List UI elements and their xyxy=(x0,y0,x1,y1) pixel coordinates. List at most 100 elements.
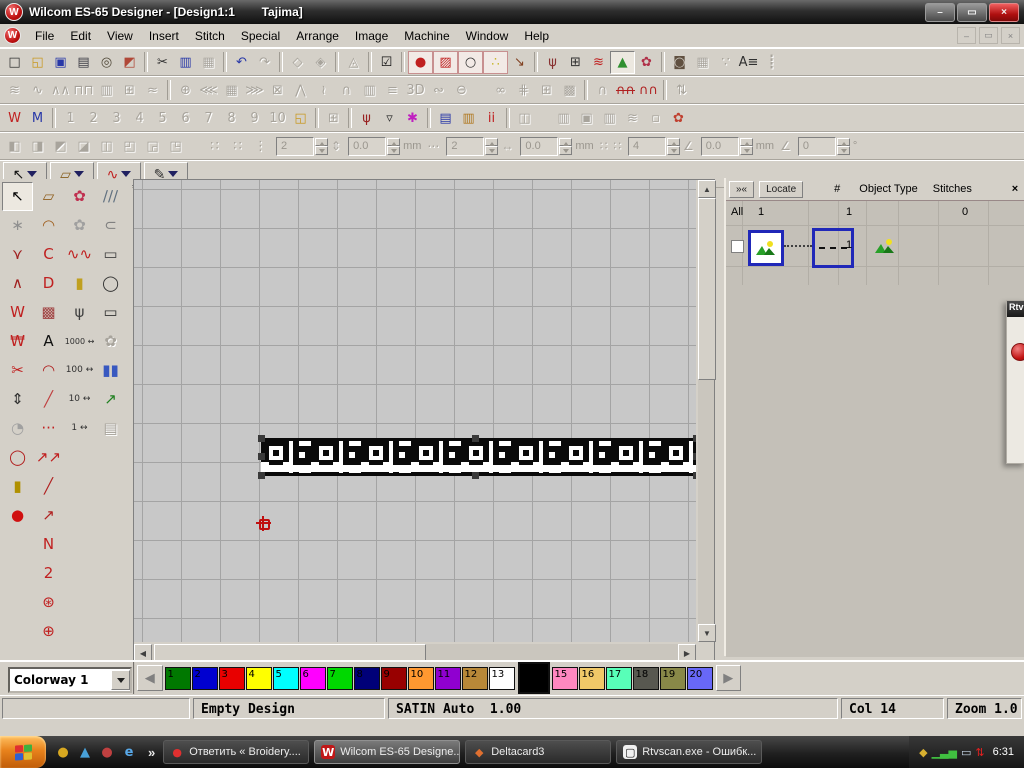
arrow-segment-tool[interactable]: ↗ xyxy=(33,501,64,530)
design-slot-2-button[interactable]: 2 xyxy=(82,108,105,129)
team-design-button[interactable]: ii xyxy=(480,108,503,129)
menu-view[interactable]: View xyxy=(99,26,141,46)
scroll-up-button[interactable]: ▲ xyxy=(698,180,716,198)
show-bitmap-button[interactable]: ✿ xyxy=(635,52,658,73)
dim-artwork-button[interactable]: ∵ xyxy=(714,52,737,73)
spinner-arrows[interactable] xyxy=(485,138,498,155)
pull-comp-spinner[interactable]: 4 xyxy=(628,137,680,156)
thread-tubes-tool[interactable]: ▮▮ xyxy=(95,356,126,385)
outline-stitch-button[interactable]: ○ xyxy=(458,51,483,74)
color-swatch-16[interactable]: 16 xyxy=(579,667,605,690)
menu-help[interactable]: Help xyxy=(516,26,557,46)
color-swatch-17[interactable]: 17 xyxy=(606,667,632,690)
zigzag-travel-tool[interactable]: ∧ xyxy=(2,269,33,298)
selection-handle[interactable] xyxy=(258,435,265,442)
mdi-minimize-button[interactable]: – xyxy=(957,27,976,44)
scale-10-tool[interactable]: 10 ↔ xyxy=(64,385,95,414)
thread-pipe-button[interactable]: ◫ xyxy=(513,108,536,129)
two-path-tool[interactable]: 2 xyxy=(33,559,64,588)
motif-fill-button[interactable]: ∴ xyxy=(483,51,508,74)
spinner-arrows[interactable] xyxy=(837,138,850,155)
menu-insert[interactable]: Insert xyxy=(141,26,187,46)
redo-button[interactable]: ↷ xyxy=(253,52,276,73)
design-slot-7-button[interactable]: 7 xyxy=(197,108,220,129)
mdi-close-button[interactable]: × xyxy=(1001,27,1020,44)
task-rtvscan[interactable]: ▢Rtvscan.exe - Ошибк... xyxy=(616,740,762,764)
w-underline-tool[interactable]: W xyxy=(2,298,33,327)
break-apart-button[interactable]: ◳ xyxy=(164,136,187,157)
color-swatch-12[interactable]: 12 xyxy=(462,667,488,690)
design-slot-10-button[interactable]: 10 xyxy=(266,108,289,129)
show-stitches-button[interactable]: ≋ xyxy=(587,52,610,73)
intersect-shapes-button[interactable]: ◩ xyxy=(49,136,72,157)
quicklaunch-delta-icon[interactable]: ▲ xyxy=(76,743,94,761)
background-error-dialog[interactable]: Rtv xyxy=(1006,300,1024,464)
ascending-arrows-tool[interactable]: ↗↗ xyxy=(33,443,64,472)
mirror-merge-button[interactable]: ◬ xyxy=(342,52,365,73)
design-slot-4-button[interactable]: 4 xyxy=(128,108,151,129)
cut-button[interactable]: ✂ xyxy=(151,52,174,73)
vertical-scroll-thumb[interactable] xyxy=(698,198,716,380)
select-tool[interactable]: ↖ xyxy=(2,182,33,211)
string-stitch-button[interactable]: ∩ xyxy=(335,80,358,101)
color-swatch-10[interactable]: 10 xyxy=(408,667,434,690)
menu-file[interactable]: File xyxy=(27,26,62,46)
menu-machine[interactable]: Machine xyxy=(396,26,457,46)
offset-spinner[interactable]: 0.0 mm xyxy=(701,137,777,156)
mirror-star-tool[interactable]: ⊛ xyxy=(33,588,64,617)
horizontal-scrollbar[interactable]: ◀ ▶ xyxy=(134,644,696,660)
offset-shapes-button[interactable]: ◲ xyxy=(141,136,164,157)
menu-special[interactable]: Special xyxy=(233,26,288,46)
all-objects-row[interactable]: All 1 1 0 xyxy=(726,201,1024,226)
stitch-angle-button[interactable]: ↘ xyxy=(508,52,531,73)
stitch-spacing-spinner[interactable]: 0.0 mm xyxy=(348,137,424,156)
reshape-arch-tool[interactable]: ◠ xyxy=(33,211,64,240)
color-swatch-9[interactable]: 9 xyxy=(381,667,407,690)
menu-arrange[interactable]: Arrange xyxy=(288,26,347,46)
quicklaunch-app-icon[interactable]: ● xyxy=(98,743,116,761)
tatami-stitch-button[interactable]: ⊞ xyxy=(118,80,141,101)
trim-shapes-button[interactable]: ◨ xyxy=(26,136,49,157)
menu-window[interactable]: Window xyxy=(458,26,517,46)
page-backdrop-tool[interactable]: ▭ xyxy=(95,240,126,269)
feather-stitch-button[interactable]: ⋀ xyxy=(289,80,312,101)
hoop-layout-button[interactable]: ⊞ xyxy=(322,108,345,129)
rectangle-digitize-tool[interactable]: ▭ xyxy=(95,298,126,327)
paste-button[interactable]: ▦ xyxy=(197,52,220,73)
design-slot-8-button[interactable]: 8 xyxy=(220,108,243,129)
print-button[interactable]: ▤ xyxy=(72,52,95,73)
restore-button[interactable]: ▭ xyxy=(957,3,987,22)
weave-fill-tool[interactable]: ▩ xyxy=(33,298,64,327)
needle-point-button[interactable]: ψ xyxy=(355,108,378,129)
copy-button[interactable]: ▥ xyxy=(174,52,197,73)
stitch-count-spinner[interactable]: 2 xyxy=(276,137,328,156)
tray-shield-icon[interactable]: ◆ xyxy=(919,746,927,759)
color-swatch-13[interactable]: 13 xyxy=(489,667,515,690)
show-columns-button[interactable]: ┋ xyxy=(760,52,783,73)
undo-button[interactable]: ↶ xyxy=(230,52,253,73)
remove-loops-button[interactable]: ∩∩ xyxy=(614,80,637,101)
close-button[interactable]: × xyxy=(989,3,1019,22)
collapse-panel-button[interactable]: »« xyxy=(729,181,754,198)
elastic-updown-tool[interactable]: ⇕ xyxy=(2,385,33,414)
letter-d-digitize-tool[interactable]: D xyxy=(33,269,64,298)
stipple-run-button[interactable]: ≀ xyxy=(312,80,335,101)
fragment-shapes-button[interactable]: ◫ xyxy=(95,136,118,157)
color-swatch-6[interactable]: 6 xyxy=(300,667,326,690)
tray-network-icon[interactable]: ▁▃▅ xyxy=(932,746,957,759)
color-swatch-18[interactable]: 18 xyxy=(633,667,659,690)
cross-fill-button[interactable]: ▩ xyxy=(558,80,581,101)
line-segment-tool[interactable]: ╱ xyxy=(33,472,64,501)
show-vectors-button[interactable]: ▦ xyxy=(691,52,714,73)
scale-1-tool[interactable]: 1 ↔ xyxy=(64,414,95,443)
selection-handle[interactable] xyxy=(472,435,479,442)
accordion-fill-button[interactable]: ⋙ xyxy=(243,80,266,101)
menu-image[interactable]: Image xyxy=(347,26,396,46)
spool-travel-tool[interactable]: ▮ xyxy=(64,269,95,298)
trapunto-button[interactable]: ∾ xyxy=(427,80,450,101)
selection-handle[interactable] xyxy=(258,472,265,479)
open-design-button[interactable]: ◱ xyxy=(26,52,49,73)
weave-fill-button[interactable]: ⊞ xyxy=(535,80,558,101)
satin-zigzag-button[interactable]: ≋ xyxy=(3,80,26,101)
color-swatch-20[interactable]: 20 xyxy=(687,667,713,690)
